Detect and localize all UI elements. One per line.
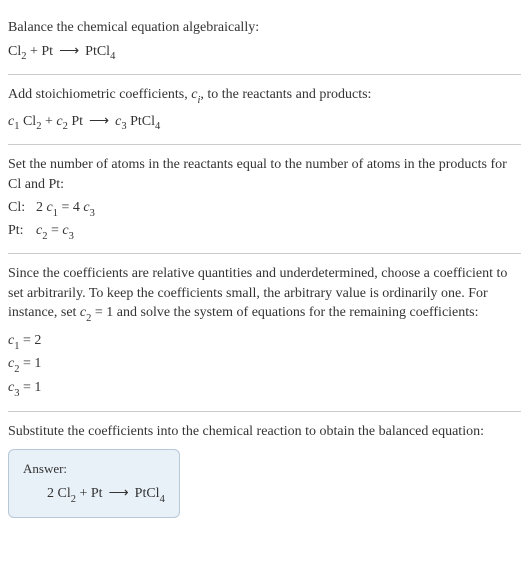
r2c3: c xyxy=(62,223,68,238)
ptcl-sub: 4 xyxy=(110,51,115,62)
r2c2s: 2 xyxy=(42,231,47,242)
plus-2: + xyxy=(41,114,56,129)
instr-2a: Add stoichiometric coefficients, xyxy=(8,87,191,102)
cr3v: = 1 xyxy=(19,380,41,395)
arrow-1: ⟶ xyxy=(59,44,79,59)
two: 2 xyxy=(47,486,58,501)
section-1: Balance the chemical equation algebraica… xyxy=(8,8,521,74)
apt: Pt xyxy=(91,486,103,501)
aptcl: PtCl xyxy=(135,486,160,501)
cl-label: Cl: xyxy=(8,198,36,218)
answer-box: Answer: 2 Cl2 + Pt ⟶ PtCl4 xyxy=(8,449,180,518)
c2-sub: 2 xyxy=(63,121,68,132)
cl-eq: 2 c1 = 4 c3 xyxy=(36,198,95,220)
c3-sub: 3 xyxy=(121,121,126,132)
answer-label: Answer: xyxy=(23,460,165,478)
acl2s: 2 xyxy=(71,494,76,505)
cr3s: 3 xyxy=(14,388,19,399)
r1c1s: 1 xyxy=(53,208,58,219)
product-ptcl: PtCl xyxy=(85,44,110,59)
i4c2s: 2 xyxy=(86,313,91,324)
cr2v: = 1 xyxy=(19,356,41,371)
cr1v: = 2 xyxy=(19,333,41,348)
atom-equations: Cl: 2 c1 = 4 c3 Pt: c2 = c3 xyxy=(8,198,521,243)
cl2-sub: 2 xyxy=(21,51,26,62)
reactant-pt: Pt xyxy=(41,44,53,59)
instruction-1: Balance the chemical equation algebraica… xyxy=(8,18,521,38)
ptcl-2: PtCl xyxy=(130,114,155,129)
section-5: Substitute the coefficients into the che… xyxy=(8,411,521,528)
coefficient-list: c1 = 2 c2 = 1 c3 = 1 xyxy=(8,330,521,401)
plus-1: + xyxy=(26,44,41,59)
r1eq: = 4 xyxy=(58,200,83,215)
cl2-2: Cl xyxy=(23,114,36,129)
instr-4b: = 1 and solve the system of equations fo… xyxy=(91,305,478,320)
acl2: Cl xyxy=(58,486,71,501)
coef-row-2: c2 = 1 xyxy=(8,353,521,377)
aplus: + xyxy=(76,486,91,501)
equation-1: Cl2 + Pt ⟶ PtCl4 xyxy=(8,42,521,64)
reactant-cl2: Cl xyxy=(8,44,21,59)
arrow-2: ⟶ xyxy=(89,114,109,129)
pt-2: Pt xyxy=(71,114,83,129)
eq-row-pt: Pt: c2 = c3 xyxy=(8,221,521,243)
r1a: 2 xyxy=(36,200,47,215)
r1c3: c xyxy=(83,200,89,215)
pt-eq: c2 = c3 xyxy=(36,221,74,243)
section-3: Set the number of atoms in the reactants… xyxy=(8,144,521,253)
cr1s: 1 xyxy=(14,341,19,352)
cr2s: 2 xyxy=(14,364,19,375)
section-4: Since the coefficients are relative quan… xyxy=(8,253,521,410)
r1c1: c xyxy=(47,200,53,215)
instruction-3: Set the number of atoms in the reactants… xyxy=(8,155,521,194)
instr-2b: , to the reactants and products: xyxy=(200,87,371,102)
r2eq: = xyxy=(47,223,62,238)
coef-row-1: c1 = 2 xyxy=(8,330,521,354)
r2c3s: 3 xyxy=(69,231,74,242)
balanced-equation: 2 Cl2 + Pt ⟶ PtCl4 xyxy=(23,484,165,506)
r1c3s: 3 xyxy=(90,208,95,219)
eq-row-cl: Cl: 2 c1 = 4 c3 xyxy=(8,198,521,220)
c2: c xyxy=(56,114,62,129)
ptcl-sub-2: 4 xyxy=(155,121,160,132)
instruction-2: Add stoichiometric coefficients, ci, to … xyxy=(8,85,521,107)
aarrow: ⟶ xyxy=(109,486,129,501)
equation-2: c1 Cl2 + c2 Pt⟶c3 PtCl4 xyxy=(8,112,521,134)
instruction-5: Substitute the coefficients into the che… xyxy=(8,422,521,442)
c1-sub: 1 xyxy=(14,121,19,132)
coef-row-3: c3 = 1 xyxy=(8,377,521,401)
ci-sub: i xyxy=(197,95,200,106)
cl2-sub-2: 2 xyxy=(36,121,41,132)
pt-label: Pt: xyxy=(8,221,36,241)
aptcls: 4 xyxy=(160,494,165,505)
section-2: Add stoichiometric coefficients, c i, to … xyxy=(8,74,521,144)
instruction-4: Since the coefficients are relative quan… xyxy=(8,264,521,326)
